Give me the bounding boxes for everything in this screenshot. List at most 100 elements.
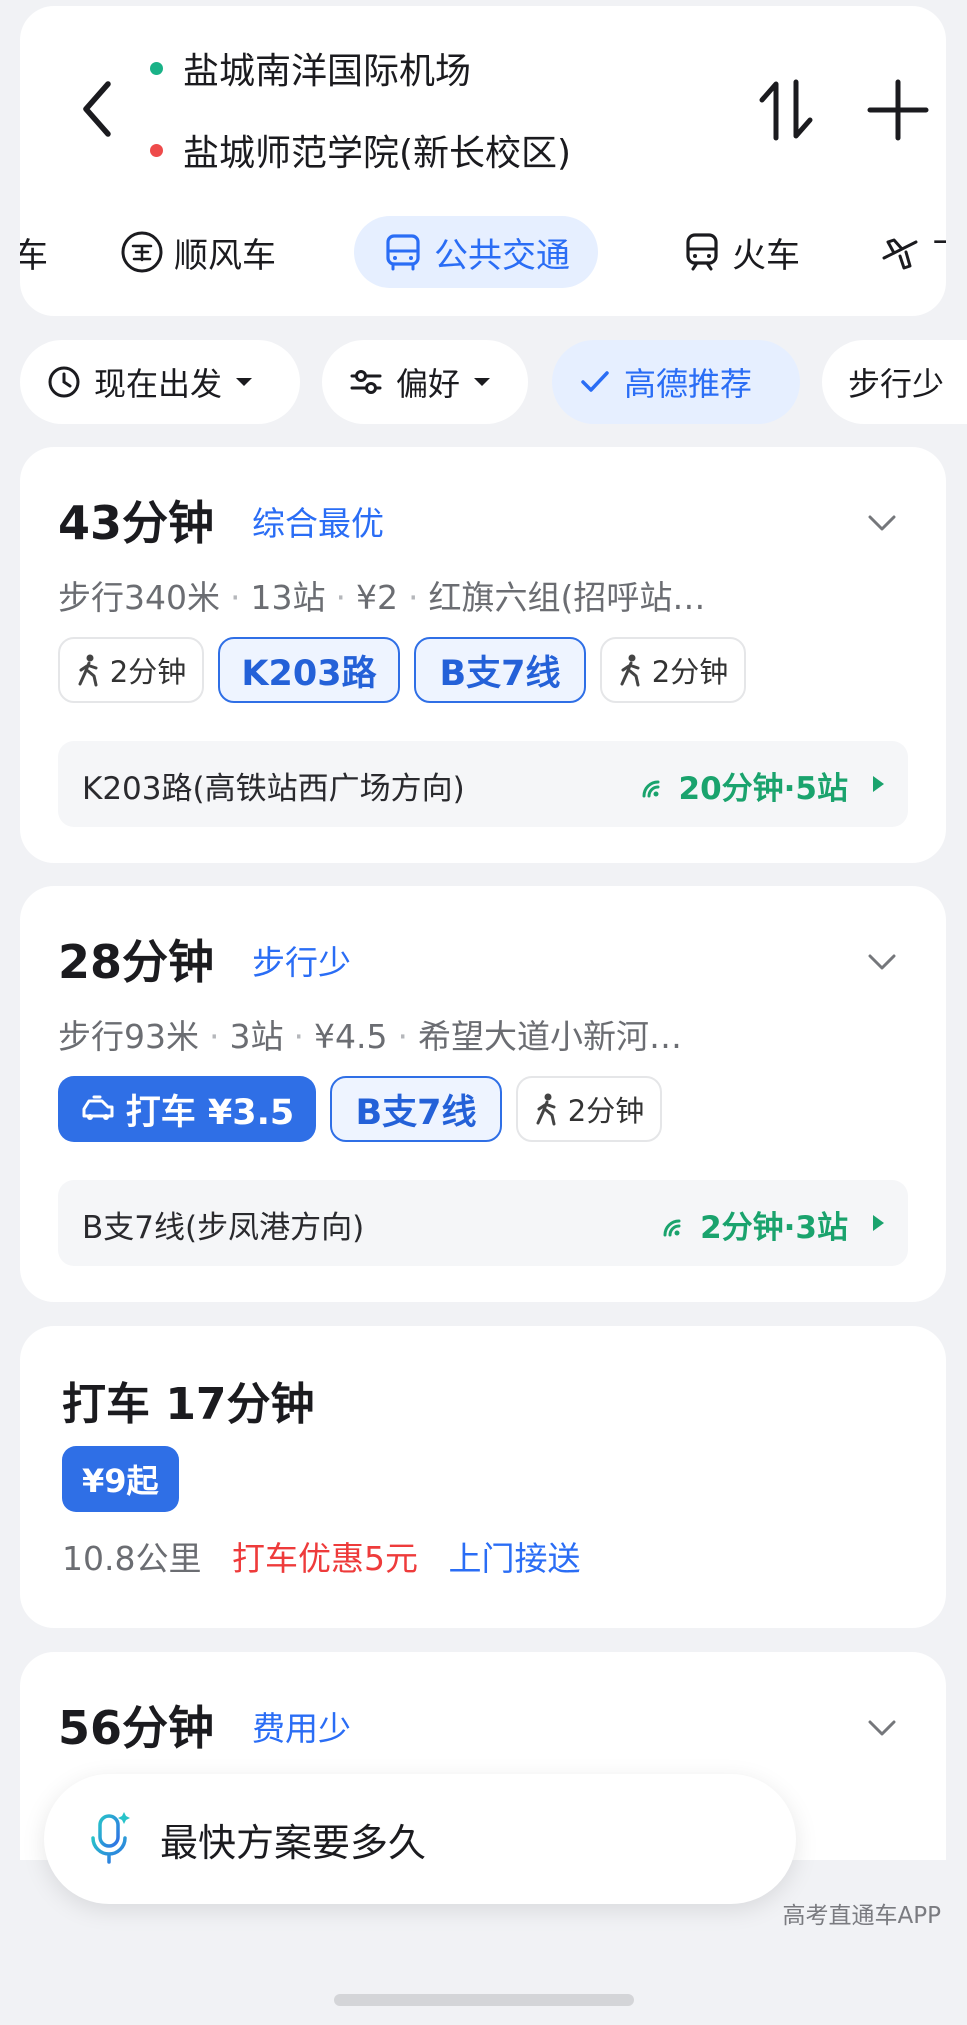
realtime-eta: 20分钟·5站 bbox=[639, 763, 849, 808]
bus-line-segment: K203路 bbox=[218, 637, 400, 703]
watermark-text: 高考直通车APP bbox=[782, 1903, 941, 1929]
walk-segment: 2分钟 bbox=[58, 637, 204, 703]
route-summary: 步行340米 · 13站 · ¥2 · 红旗六组(招呼站… bbox=[58, 578, 706, 617]
realtime-eta: 2分钟·3站 bbox=[660, 1202, 848, 1247]
line-direction: B支7线(步凤港方向) bbox=[82, 1210, 365, 1246]
tab-car[interactable]: 车 bbox=[20, 216, 48, 288]
preference-filter[interactable]: 偏好 bbox=[322, 340, 528, 424]
origin-field[interactable]: 盐城南洋国际机场 bbox=[150, 42, 471, 94]
microphone-icon bbox=[88, 1810, 132, 1868]
recommended-label: 高德推荐 bbox=[624, 365, 753, 403]
boarding-stop: 希望大道小新河… bbox=[417, 1017, 682, 1056]
line-detail-row[interactable]: K203路(高铁站西广场方向) 20分钟·5站 bbox=[58, 741, 908, 827]
swap-arrows-icon bbox=[759, 79, 813, 141]
preference-label: 偏好 bbox=[396, 365, 461, 403]
route-header: 盐城南洋国际机场 盐城师范学院(新长校区) 车 顺风车 公共交通 火车 bbox=[20, 6, 946, 316]
play-arrow-icon bbox=[873, 776, 884, 792]
bus-line-segment: B支7线 bbox=[414, 637, 586, 703]
eta-text: 2分钟·3站 bbox=[700, 1210, 848, 1246]
route-duration: 43分钟 bbox=[58, 496, 215, 550]
add-waypoint-button[interactable] bbox=[860, 72, 936, 148]
route-tag: 综合最优 bbox=[252, 504, 384, 543]
tab-plane[interactable]: 飞机 bbox=[878, 216, 946, 288]
walking-person-icon bbox=[76, 653, 102, 687]
route-duration: 28分钟 bbox=[58, 935, 215, 989]
tab-public-transit[interactable]: 公共交通 bbox=[354, 216, 598, 288]
walk-distance: 步行340米 bbox=[58, 578, 220, 617]
taxi-pickup-service: 上门接送 bbox=[448, 1539, 581, 1578]
bus-line-segment: B支7线 bbox=[330, 1076, 502, 1142]
recommended-filter[interactable]: 高德推荐 bbox=[552, 340, 800, 424]
route-card[interactable]: 28分钟 步行少 步行93米 · 3站 · ¥4.5 · 希望大道小新河… 打车 ¥3.5 … bbox=[20, 886, 946, 1302]
taxi-price-badge: ¥9起 bbox=[62, 1446, 179, 1512]
transport-mode-tabs: 车 顺风车 公共交通 火车 bbox=[20, 206, 946, 296]
taxi-distance: 10.8公里 bbox=[62, 1539, 202, 1578]
plane-icon bbox=[878, 230, 922, 274]
tab-car-label: 车 bbox=[20, 235, 48, 276]
walking-person-icon bbox=[534, 1092, 560, 1126]
chevron-down-icon[interactable] bbox=[862, 503, 902, 543]
taxi-promo: 打车优惠5元 bbox=[231, 1539, 418, 1578]
swap-button[interactable] bbox=[750, 72, 824, 148]
caret-down-icon bbox=[234, 375, 254, 389]
train-icon bbox=[682, 231, 722, 273]
destination-field[interactable]: 盐城师范学院(新长校区) bbox=[150, 124, 571, 176]
fare: ¥4.5 bbox=[314, 1017, 388, 1056]
chevron-down-icon[interactable] bbox=[862, 942, 902, 982]
fare: ¥2 bbox=[356, 578, 398, 617]
caret-down-icon bbox=[472, 375, 492, 389]
walk-duration: 2分钟 bbox=[651, 655, 729, 689]
taxi-option-card[interactable]: 打车 17分钟 ¥9起 10.8公里 打车优惠5元 上门接送 bbox=[20, 1326, 946, 1628]
voice-prompt: 最快方案要多久 bbox=[160, 1820, 427, 1865]
destination-dot-icon bbox=[150, 143, 163, 157]
stop-count: 13站 bbox=[250, 578, 326, 617]
less-walking-filter[interactable]: 步行少 bbox=[822, 340, 967, 424]
taxi-meta: 10.8公里 打车优惠5元 上门接送 bbox=[62, 1532, 580, 1580]
eta-text: 20分钟·5站 bbox=[678, 771, 849, 807]
plus-icon bbox=[867, 79, 929, 141]
tab-train[interactable]: 火车 bbox=[682, 216, 800, 288]
walking-person-icon bbox=[618, 653, 644, 687]
boarding-stop: 红旗六组(招呼站… bbox=[428, 578, 706, 617]
route-tag: 步行少 bbox=[252, 943, 351, 982]
depart-now-label: 现在出发 bbox=[94, 365, 223, 403]
sliders-icon bbox=[348, 364, 384, 400]
hitch-icon bbox=[120, 230, 164, 274]
voice-assistant-bar[interactable]: 最快方案要多久 bbox=[44, 1774, 796, 1904]
route-summary: 步行93米 · 3站 · ¥4.5 · 希望大道小新河… bbox=[58, 1017, 682, 1056]
walk-distance: 步行93米 bbox=[58, 1017, 199, 1056]
bus-icon bbox=[382, 231, 424, 273]
play-arrow-icon bbox=[873, 1215, 884, 1231]
line-direction: K203路(高铁站西广场方向) bbox=[82, 771, 465, 807]
line-detail-row[interactable]: B支7线(步凤港方向) 2分钟·3站 bbox=[58, 1180, 908, 1266]
back-button[interactable] bbox=[62, 64, 142, 154]
tab-public-transit-label: 公共交通 bbox=[434, 235, 570, 276]
walk-duration: 2分钟 bbox=[109, 655, 187, 689]
taxi-title: 打车 17分钟 bbox=[62, 1379, 315, 1430]
realtime-signal-icon bbox=[660, 1211, 690, 1239]
tab-train-label: 火车 bbox=[732, 235, 800, 276]
route-card[interactable]: 43分钟 综合最优 步行340米 · 13站 · ¥2 · 红旗六组(招呼站… 2分钟 K2… bbox=[20, 447, 946, 863]
depart-now-filter[interactable]: 现在出发 bbox=[20, 340, 300, 424]
walk-segment: 2分钟 bbox=[516, 1076, 662, 1142]
home-indicator[interactable] bbox=[334, 1994, 634, 2006]
taxi-segment-label: 打车 ¥3.5 bbox=[125, 1092, 295, 1133]
clock-icon bbox=[46, 364, 82, 400]
destination-text: 盐城师范学院(新长校区) bbox=[183, 133, 572, 174]
origin-dot-icon bbox=[150, 61, 163, 75]
route-tag: 费用少 bbox=[252, 1709, 351, 1748]
origin-text: 盐城南洋国际机场 bbox=[183, 51, 472, 92]
tab-hitch[interactable]: 顺风车 bbox=[120, 216, 276, 288]
realtime-signal-icon bbox=[639, 772, 669, 800]
chevron-down-icon[interactable] bbox=[862, 1708, 902, 1748]
walk-duration: 2分钟 bbox=[567, 1094, 645, 1128]
back-arrow-icon bbox=[83, 81, 111, 137]
tab-plane-label: 飞机 bbox=[932, 228, 946, 277]
walk-segment: 2分钟 bbox=[600, 637, 746, 703]
less-walking-label: 步行少 bbox=[848, 365, 945, 403]
route-duration: 56分钟 bbox=[58, 1701, 215, 1755]
tab-hitch-label: 顺风车 bbox=[174, 235, 276, 276]
stop-count: 3站 bbox=[229, 1017, 284, 1056]
check-icon bbox=[578, 365, 612, 399]
taxi-segment: 打车 ¥3.5 bbox=[58, 1076, 316, 1142]
